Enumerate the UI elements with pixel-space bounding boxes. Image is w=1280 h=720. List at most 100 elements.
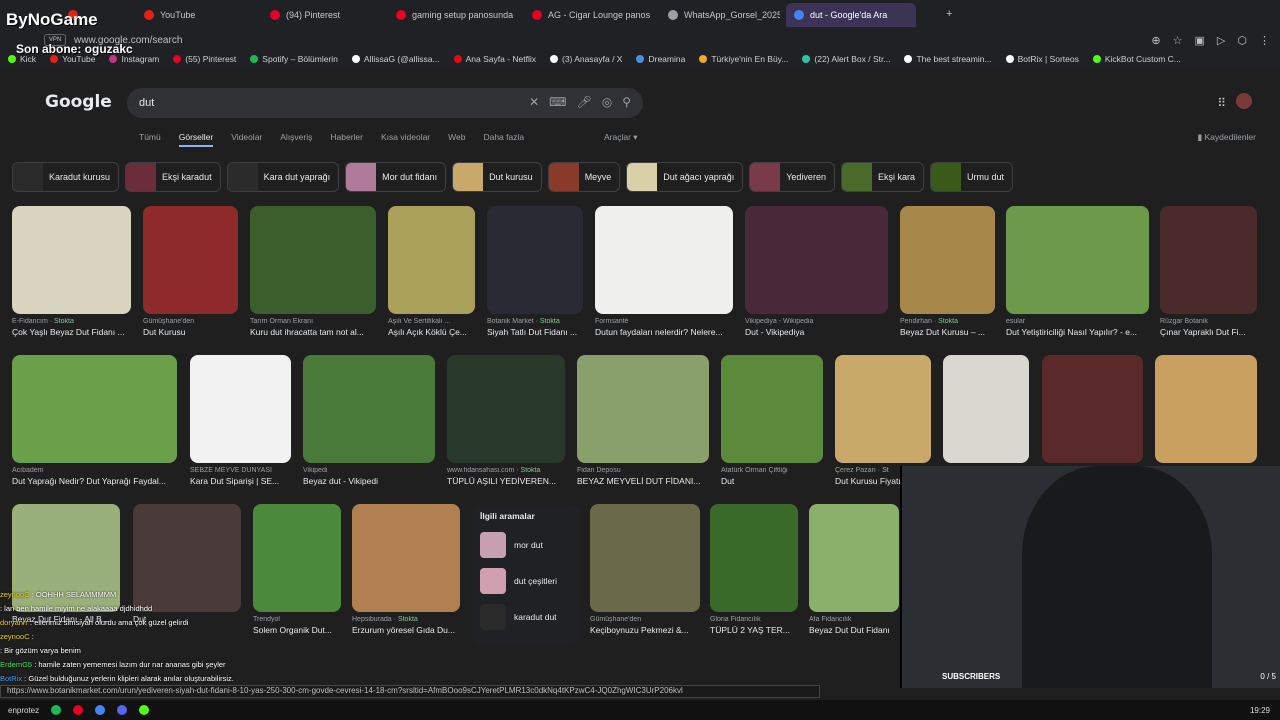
saved-link[interactable]: ▮ Kaydedilenler bbox=[1197, 132, 1256, 143]
image-result[interactable]: E-Fidancım · Stokta Çok Yaşlı Beyaz Dut F… bbox=[12, 206, 131, 337]
result-thumbnail[interactable] bbox=[595, 206, 733, 314]
result-title[interactable]: Beyaz Dut Kurusu – ... bbox=[900, 327, 995, 337]
tab-5[interactable]: Kısa videolar bbox=[381, 132, 430, 147]
search-icon[interactable]: ⚲ bbox=[622, 95, 631, 109]
result-thumbnail[interactable] bbox=[1155, 355, 1257, 463]
tools-label[interactable]: Araçlar bbox=[604, 132, 631, 142]
search-input[interactable]: dut bbox=[139, 97, 154, 109]
result-thumbnail[interactable] bbox=[352, 504, 460, 612]
chrome-icon[interactable] bbox=[95, 705, 106, 715]
result-thumbnail[interactable] bbox=[900, 206, 995, 314]
result-title[interactable]: Çok Yaşlı Beyaz Dut Fidanı ... bbox=[12, 327, 131, 337]
bookmark-item[interactable]: Spotify – Bölümlerin bbox=[250, 54, 338, 64]
browser-tab[interactable]: dut - Google'da Ara bbox=[786, 3, 916, 27]
image-result[interactable] bbox=[1042, 355, 1143, 463]
image-result[interactable]: Gümüşhane'den Dut Kurusu bbox=[143, 206, 238, 337]
saved-label[interactable]: Kaydedilenler bbox=[1204, 132, 1256, 142]
image-result[interactable]: Formsanté Dutun faydaları nelerdir? Neler… bbox=[595, 206, 733, 337]
related-search-item[interactable]: mor dut bbox=[480, 527, 572, 563]
bookmark-item[interactable]: Türkiye'nin En Büy... bbox=[699, 54, 788, 64]
image-result[interactable]: Vikipedi Beyaz dut - Vikipedi bbox=[303, 355, 435, 486]
result-thumbnail[interactable] bbox=[721, 355, 823, 463]
image-result[interactable]: www.fidansahasi.com · Stokta TÜPLÜ AŞILI … bbox=[447, 355, 565, 486]
refinement-chip[interactable]: Karadut kurusu bbox=[12, 162, 120, 192]
browser-tab[interactable]: AG - Cigar Lounge panos bbox=[524, 3, 654, 27]
image-result[interactable] bbox=[1155, 355, 1257, 463]
result-thumbnail[interactable] bbox=[745, 206, 888, 314]
google-logo[interactable]: Google bbox=[45, 92, 112, 112]
bookmark-item[interactable]: Dreamina bbox=[636, 54, 685, 64]
refinement-chip[interactable]: Urmu dut bbox=[929, 162, 1013, 192]
bookmark-item[interactable]: (22) Alert Box / Str... bbox=[802, 54, 890, 64]
result-title[interactable]: Dut bbox=[721, 476, 823, 486]
result-title[interactable]: Kuru dut ihracatta tam not al... bbox=[250, 327, 376, 337]
extensions-icon[interactable]: ⬡ bbox=[1237, 34, 1247, 47]
result-title[interactable]: TÜPLÜ AŞILI YEDİVEREN... bbox=[447, 476, 565, 486]
browser-tab[interactable]: WhatsApp_Gorsel_2025- bbox=[660, 3, 780, 27]
bookmark-item[interactable]: BotRix | Sorteos bbox=[1005, 54, 1079, 64]
tab-1[interactable]: Görseller bbox=[178, 132, 214, 147]
bookmark-item[interactable]: AllissaG (@allissa... bbox=[351, 54, 440, 64]
image-result[interactable]: Gloria Fidancılık TÜPLÜ 2 YAŞ TER... bbox=[710, 504, 798, 635]
result-thumbnail[interactable] bbox=[809, 504, 899, 612]
result-thumbnail[interactable] bbox=[447, 355, 565, 463]
result-thumbnail[interactable] bbox=[143, 206, 238, 314]
result-title[interactable]: Keçiboynuzu Pekmezi &... bbox=[590, 625, 700, 635]
image-result[interactable]: Tarım Orman Ekranı Kuru dut ihracatta tam… bbox=[250, 206, 376, 337]
image-result[interactable]: Atatürk Orman Çiftliği Dut bbox=[721, 355, 823, 486]
tab-4[interactable]: Haberler bbox=[330, 132, 363, 147]
result-thumbnail[interactable] bbox=[1160, 206, 1257, 314]
result-thumbnail[interactable] bbox=[577, 355, 709, 463]
lens-icon[interactable]: ◎ bbox=[602, 95, 612, 109]
star-icon[interactable]: ☆ bbox=[1173, 34, 1183, 47]
taskbar-start[interactable]: enprotez bbox=[8, 706, 39, 715]
browser-tab[interactable]: gaming setup panosunda bbox=[388, 3, 518, 27]
spotify-icon[interactable] bbox=[51, 705, 62, 715]
kick-icon[interactable] bbox=[139, 705, 150, 715]
result-thumbnail[interactable] bbox=[710, 504, 798, 612]
result-title[interactable]: Dut Kurusu bbox=[143, 327, 238, 337]
image-result[interactable]: Fidan Deposu BEYAZ MEYVELİ DUT FİDANI... bbox=[577, 355, 709, 486]
result-title[interactable]: Dut Yetiştiriciliği Nasıl Yapılır? - e..… bbox=[1006, 327, 1149, 337]
result-title[interactable]: Aşılı Açık Köklü Çe... bbox=[388, 327, 475, 337]
address-bar[interactable]: VPN www.google.com/search ⊕ ☆ ▣ ▷ ⬡ ⋮ bbox=[0, 30, 1280, 50]
mic-icon[interactable]: 🎤︎ bbox=[576, 95, 591, 109]
image-result[interactable] bbox=[943, 355, 1029, 463]
related-search-item[interactable]: dut çeşitleri bbox=[480, 563, 572, 599]
result-thumbnail[interactable] bbox=[1006, 206, 1149, 314]
refinement-chip[interactable]: Yediveren bbox=[749, 162, 835, 192]
refinement-chip[interactable]: Meyve bbox=[547, 162, 621, 192]
refinement-chip[interactable]: Dut ağacı yaprağı bbox=[626, 162, 744, 192]
result-thumbnail[interactable] bbox=[835, 355, 931, 463]
refinement-chip[interactable]: Ekşi kara bbox=[840, 162, 924, 192]
new-tab-icon[interactable]: + bbox=[946, 8, 952, 20]
app-icon[interactable] bbox=[73, 705, 84, 715]
result-title[interactable]: Dutun faydaları nelerdir? Nelere... bbox=[595, 327, 733, 337]
result-thumbnail[interactable] bbox=[487, 206, 583, 314]
tools-dropdown[interactable]: Araçlar ▾ bbox=[604, 132, 638, 143]
result-title[interactable]: Çınar Yapraklı Dut Fi... bbox=[1160, 327, 1257, 337]
image-result[interactable]: Rüzgar Botanik Çınar Yapraklı Dut Fi... bbox=[1160, 206, 1257, 337]
result-title[interactable]: Dut Yaprağı Nedir? Dut Yaprağı Faydal... bbox=[12, 476, 177, 486]
image-result[interactable]: SEBZE MEYVE DÜNYASI Kara Dut Siparişi | S… bbox=[190, 355, 291, 486]
image-result[interactable]: Pendirhan · Stokta Beyaz Dut Kurusu – ... bbox=[900, 206, 995, 337]
image-result[interactable]: Hepsiburada · Stokta Erzurum yöresel Gıda… bbox=[352, 504, 460, 635]
keyboard-icon[interactable]: ⌨ bbox=[549, 95, 566, 109]
image-result[interactable]: Aşılı Ve Sertifikalı ... Aşılı Açık Köklü… bbox=[388, 206, 475, 337]
result-title[interactable]: TÜPLÜ 2 YAŞ TER... bbox=[710, 625, 798, 635]
image-result[interactable]: Botanik Market · Stokta Siyah Tatlı Dut F… bbox=[487, 206, 583, 337]
browser-tab[interactable]: (94) Pinterest bbox=[262, 3, 382, 27]
result-thumbnail[interactable] bbox=[250, 206, 376, 314]
menu-icon[interactable]: ⋮ bbox=[1259, 34, 1270, 47]
refinement-chip[interactable]: Dut kurusu bbox=[452, 162, 542, 192]
result-title[interactable]: Kara Dut Siparişi | SE... bbox=[190, 476, 291, 486]
result-title[interactable]: Erzurum yöresel Gıda Du... bbox=[352, 625, 460, 635]
related-search-item[interactable]: karadut dut bbox=[480, 599, 572, 635]
tab-6[interactable]: Web bbox=[448, 132, 465, 147]
bookmark-item[interactable]: Ana Sayfa - Netflix bbox=[453, 54, 536, 64]
result-title[interactable]: Beyaz dut - Vikipedi bbox=[303, 476, 435, 486]
bookmark-item[interactable]: The best streamin... bbox=[904, 54, 992, 64]
apps-icon[interactable]: ⠿ bbox=[1217, 96, 1226, 110]
tab-2[interactable]: Videolar bbox=[231, 132, 262, 147]
result-title[interactable]: BEYAZ MEYVELİ DUT FİDANI... bbox=[577, 476, 709, 486]
